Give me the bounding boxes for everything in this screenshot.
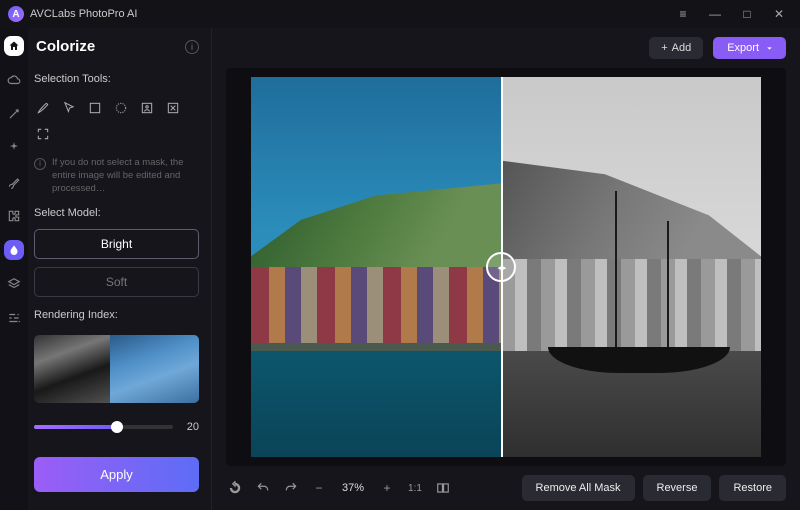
redo-icon[interactable]	[282, 479, 300, 497]
smart-select-icon[interactable]	[164, 99, 182, 117]
window-close-icon[interactable]: ✕	[766, 4, 792, 24]
window-minimize-icon[interactable]: —	[702, 4, 728, 24]
plus-icon: +	[661, 42, 667, 54]
image-viewer[interactable]: ◂▸	[226, 68, 786, 466]
undo-icon[interactable]	[254, 479, 272, 497]
magic-wand-icon[interactable]	[4, 104, 24, 124]
layers-icon[interactable]	[4, 274, 24, 294]
remove-all-mask-button[interactable]: Remove All Mask	[522, 475, 635, 501]
ellipse-select-icon[interactable]	[112, 99, 130, 117]
pointer-select-icon[interactable]	[60, 99, 78, 117]
add-label: Add	[672, 42, 692, 54]
brush-icon[interactable]	[4, 172, 24, 192]
chevron-down-icon	[765, 44, 774, 53]
rendering-index-label: Rendering Index:	[34, 309, 199, 321]
selection-tools	[34, 95, 199, 147]
title-bar: A AVCLabs PhotoPro AI ≡ — □ ✕	[0, 0, 800, 28]
subject-select-icon[interactable]	[138, 99, 156, 117]
viewer-toolbar: − 37% + 1:1 Remove All Mask Reverse Rest…	[212, 466, 800, 510]
rendering-preview-thumbnail	[34, 335, 199, 403]
drop-icon[interactable]	[4, 240, 24, 260]
info-icon[interactable]: i	[185, 40, 199, 54]
sparkle-icon[interactable]	[4, 138, 24, 158]
model-soft-button[interactable]: Soft	[34, 267, 199, 297]
model-bright-button[interactable]: Bright	[34, 229, 199, 259]
add-button[interactable]: + Add	[649, 37, 703, 59]
hint-text: If you do not select a mask, the entire …	[52, 157, 199, 195]
hamburger-menu-icon[interactable]: ≡	[670, 4, 696, 24]
export-label: Export	[727, 42, 759, 54]
app-logo-icon: A	[8, 6, 24, 22]
selection-hint: i If you do not select a mask, the entir…	[34, 157, 199, 195]
slider-knob[interactable]	[111, 421, 123, 433]
window-maximize-icon[interactable]: □	[734, 4, 760, 24]
panel-title: Colorize	[36, 38, 95, 55]
zoom-percent: 37%	[338, 482, 368, 494]
compare-handle-icon[interactable]: ◂▸	[486, 252, 516, 282]
compare-toggle-icon[interactable]	[434, 479, 452, 497]
hint-info-icon: i	[34, 158, 46, 170]
rect-select-icon[interactable]	[86, 99, 104, 117]
export-button[interactable]: Export	[713, 37, 786, 59]
sliders-icon[interactable]	[4, 308, 24, 328]
expand-select-icon[interactable]	[34, 125, 52, 143]
cloud-icon[interactable]	[4, 70, 24, 90]
puzzle-icon[interactable]	[4, 206, 24, 226]
comparison-image: ◂▸	[251, 77, 761, 457]
grayscale-side	[501, 77, 761, 457]
zoom-out-icon[interactable]: −	[310, 479, 328, 497]
tool-rail	[0, 28, 28, 510]
home-icon[interactable]	[4, 36, 24, 56]
restore-button[interactable]: Restore	[719, 475, 786, 501]
settings-panel: Colorize i Selection Tools: i If you do …	[28, 28, 212, 510]
rendering-index-value: 20	[181, 421, 199, 433]
reverse-button[interactable]: Reverse	[643, 475, 712, 501]
selection-tools-label: Selection Tools:	[34, 73, 199, 85]
rendering-index-slider[interactable]	[34, 425, 173, 429]
actual-size-button[interactable]: 1:1	[406, 479, 424, 497]
apply-button[interactable]: Apply	[34, 457, 199, 492]
colorized-side	[251, 77, 501, 457]
zoom-in-icon[interactable]: +	[378, 479, 396, 497]
rotate-icon[interactable]	[226, 479, 244, 497]
select-model-label: Select Model:	[34, 207, 199, 219]
brush-select-icon[interactable]	[34, 99, 52, 117]
canvas-area: + Add Export ◂▸	[212, 28, 800, 510]
app-title: AVCLabs PhotoPro AI	[30, 8, 137, 20]
